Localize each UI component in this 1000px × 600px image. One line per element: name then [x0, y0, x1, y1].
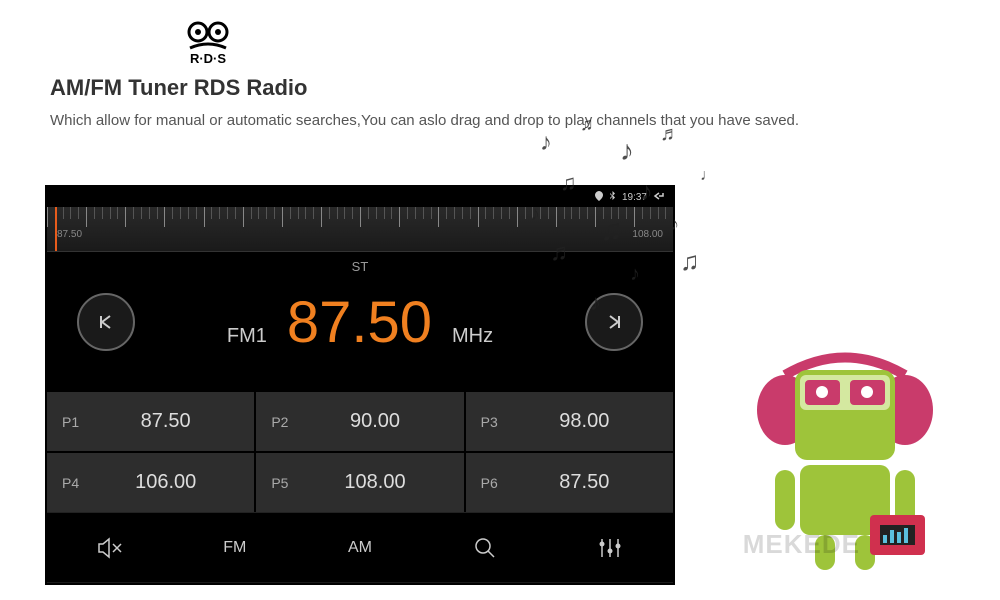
svg-text:♫: ♫ — [580, 114, 594, 134]
svg-text:♬: ♬ — [660, 123, 680, 145]
dial-min-label: 87.50 — [57, 229, 82, 240]
preset-value: 87.50 — [511, 471, 658, 494]
svg-text:♪: ♪ — [640, 176, 653, 206]
preset-grid: P1 87.50 P2 90.00 P3 98.00 P4 106.00 P5 … — [47, 392, 673, 512]
preset-6[interactable]: P6 87.50 — [466, 453, 673, 512]
watermark: MEKEDE — [743, 529, 860, 560]
preset-label: P3 — [481, 414, 511, 430]
search-button[interactable] — [455, 528, 515, 568]
frequency-value: 87.50 — [287, 289, 432, 356]
am-button[interactable]: AM — [330, 528, 390, 568]
preset-value: 106.00 — [92, 471, 239, 494]
svg-text:♩: ♩ — [700, 167, 716, 184]
svg-text:♪: ♪ — [540, 129, 552, 156]
svg-text:♪: ♪ — [630, 263, 640, 285]
preset-label: P4 — [62, 475, 92, 491]
preset-label: P2 — [271, 414, 301, 430]
preset-label: P5 — [271, 475, 301, 491]
svg-text:♫: ♫ — [560, 170, 577, 195]
preset-label: P1 — [62, 414, 92, 430]
rds-logo: R·D·S — [180, 20, 950, 70]
preset-4[interactable]: P4 106.00 — [47, 453, 254, 512]
svg-text:♬: ♬ — [550, 239, 574, 266]
speaker-mute-icon — [97, 537, 123, 559]
svg-text:♪: ♪ — [590, 290, 601, 315]
equalizer-icon — [598, 537, 622, 559]
preset-value: 87.50 — [92, 410, 239, 433]
preset-value: 90.00 — [301, 410, 448, 433]
svg-text:♪: ♪ — [670, 214, 679, 234]
preset-5[interactable]: P5 108.00 — [256, 453, 463, 512]
music-notes-decoration: ♪ ♫ ♪ ♬ ♫ ♪ ♫ ♪ ♬ ♪ ♫ ♪ ♩ ♪ — [500, 100, 750, 350]
search-icon — [474, 537, 496, 559]
mute-button[interactable] — [80, 528, 140, 568]
preset-2[interactable]: P2 90.00 — [256, 392, 463, 451]
svg-text:R·D·S: R·D·S — [190, 51, 226, 65]
svg-text:♪: ♪ — [620, 135, 634, 166]
band-label: FM1 — [227, 325, 267, 348]
preset-value: 98.00 — [511, 410, 658, 433]
stereo-indicator: ST — [352, 259, 369, 274]
prev-icon — [96, 312, 116, 332]
svg-text:♫: ♫ — [600, 214, 623, 247]
frequency-unit: MHz — [452, 325, 493, 348]
preset-3[interactable]: P3 98.00 — [466, 392, 673, 451]
preset-label: P6 — [481, 475, 511, 491]
svg-text:♫: ♫ — [680, 246, 700, 276]
preset-1[interactable]: P1 87.50 — [47, 392, 254, 451]
page-title: AM/FM Tuner RDS Radio — [50, 75, 950, 101]
fm-button[interactable]: FM — [205, 528, 265, 568]
prev-station-button[interactable] — [77, 293, 135, 351]
equalizer-button[interactable] — [580, 528, 640, 568]
preset-value: 108.00 — [301, 471, 448, 494]
svg-text:♪: ♪ — [530, 203, 540, 225]
